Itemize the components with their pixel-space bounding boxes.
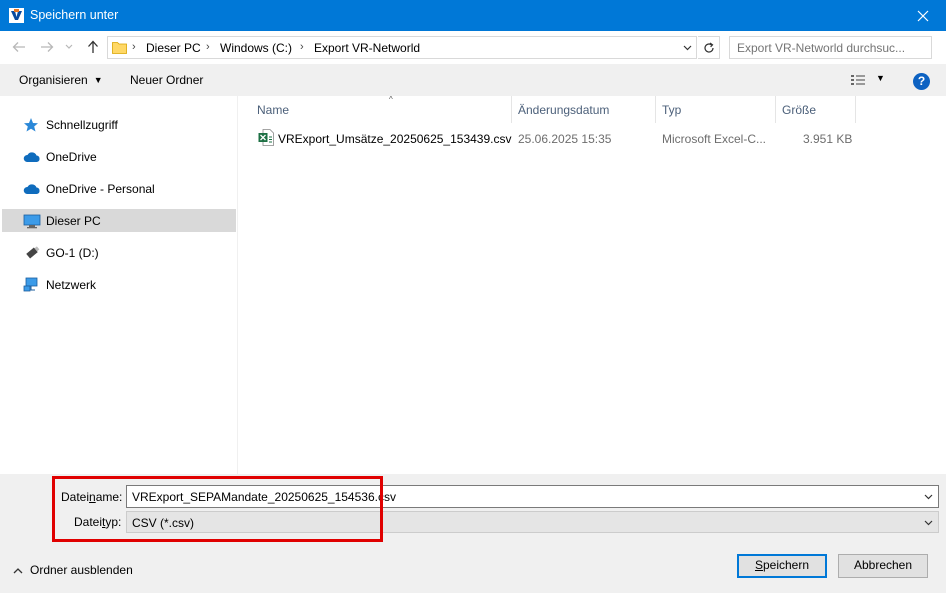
save-label: peichern: [762, 558, 810, 572]
cancel-button[interactable]: Abbrechen: [838, 554, 928, 578]
column-header-type[interactable]: Typ: [656, 96, 776, 123]
close-button[interactable]: [900, 0, 946, 31]
file-type: Microsoft Excel-C...: [662, 132, 767, 146]
sidebar-item-network[interactable]: Netzwerk: [2, 273, 236, 296]
refresh-button[interactable]: [698, 36, 720, 59]
chevron-down-icon: [683, 45, 691, 51]
refresh-icon: [703, 42, 714, 53]
column-header-name[interactable]: Name ^: [251, 95, 512, 123]
highlight-box: [52, 476, 383, 542]
arrow-right-icon: [41, 42, 54, 52]
caret-down-icon: ▼: [876, 73, 885, 83]
sidebar-item-onedrive[interactable]: OneDrive: [2, 145, 236, 168]
filetype-dropdown-button[interactable]: [921, 515, 935, 530]
navigation-bar: › Dieser PC › Windows (C:) › Export VR-N…: [0, 31, 946, 64]
computer-icon: [23, 214, 41, 229]
file-size: 3.951 KB: [803, 132, 853, 146]
address-dropdown-button[interactable]: [680, 40, 694, 56]
breadcrumb-separator-icon: ›: [132, 41, 136, 53]
breadcrumb-export-vr-networld[interactable]: Export VR-Networld: [314, 41, 420, 55]
sidebar-item-label: OneDrive: [46, 150, 97, 164]
forward-button[interactable]: [38, 38, 56, 56]
sidebar-item-quick-access[interactable]: Schnellzugriff: [2, 113, 236, 136]
filename-dropdown-button[interactable]: [921, 489, 935, 504]
navigation-pane: Schnellzugriff OneDrive OneDrive - Perso…: [0, 96, 238, 474]
sidebar-item-onedrive-personal[interactable]: OneDrive - Personal: [2, 177, 236, 200]
breadcrumb-separator-icon: ›: [300, 41, 304, 53]
column-header-modified[interactable]: Änderungsdatum: [512, 96, 656, 123]
title-bar: Speichern unter: [0, 0, 946, 31]
sidebar-item-label: OneDrive - Personal: [46, 182, 155, 196]
window-title: Speichern unter: [30, 8, 119, 22]
sidebar-item-label: Netzwerk: [46, 278, 97, 292]
cloud-icon: [23, 184, 40, 194]
column-header-size[interactable]: Größe: [776, 96, 856, 123]
details-view-icon: [851, 75, 865, 85]
change-view-button[interactable]: ▼: [850, 73, 888, 89]
hide-folders-label: Ordner ausblenden: [30, 563, 133, 577]
network-icon: [23, 277, 38, 292]
app-icon: [9, 8, 24, 23]
new-folder-button[interactable]: Neuer Ordner: [130, 73, 203, 87]
file-list: Name ^ Änderungsdatum Typ Größe VRExport…: [239, 95, 946, 474]
file-row[interactable]: VRExport_Umsätze_20250625_153439.csv 25.…: [255, 127, 857, 149]
sort-ascending-icon: ^: [389, 95, 393, 104]
sidebar-item-go1-drive[interactable]: GO-1 (D:): [2, 241, 236, 264]
recent-locations-button[interactable]: [62, 38, 76, 56]
breadcrumb-windows-c[interactable]: Windows (C:): [220, 41, 292, 55]
back-button[interactable]: [10, 38, 28, 56]
sidebar-item-this-pc[interactable]: Dieser PC: [2, 209, 236, 232]
search-box[interactable]: [729, 36, 932, 59]
organize-button[interactable]: Organisieren ▼: [19, 73, 103, 87]
hide-folders-button[interactable]: Ordner ausblenden: [12, 563, 133, 577]
save-label-accesskey: S: [754, 558, 763, 572]
excel-csv-icon: [258, 129, 274, 146]
cloud-icon: [23, 152, 40, 162]
chevron-down-icon: [924, 494, 932, 499]
save-options-panel: Dateiname: Dateityp: CSV (*.csv) Ordner …: [0, 474, 946, 593]
chevron-down-icon: [924, 520, 932, 525]
breadcrumb-separator-icon: ›: [206, 41, 210, 53]
chevron-up-icon: [13, 568, 23, 574]
chevron-down-icon: [65, 44, 73, 49]
command-bar: Organisieren ▼ Neuer Ordner ▼ ?: [0, 64, 946, 96]
close-icon: [917, 10, 929, 21]
file-name: VRExport_Umsätze_20250625_153439.csv: [278, 132, 512, 146]
sidebar-item-label: Dieser PC: [46, 214, 101, 228]
save-button[interactable]: Speichern: [737, 554, 827, 578]
search-input[interactable]: [730, 37, 931, 58]
file-modified: 25.06.2025 15:35: [518, 132, 612, 146]
help-button[interactable]: ?: [913, 73, 930, 90]
sidebar-item-label: Schnellzugriff: [46, 118, 118, 132]
arrow-up-icon: [88, 40, 98, 53]
sidebar-item-label: GO-1 (D:): [46, 246, 99, 260]
usb-drive-icon: [26, 246, 40, 259]
caret-down-icon: ▼: [93, 75, 103, 85]
breadcrumb-dieser-pc[interactable]: Dieser PC: [146, 41, 201, 55]
star-icon: [24, 118, 38, 132]
folder-icon: [112, 42, 127, 54]
organize-label: Organisieren: [19, 73, 88, 87]
arrow-left-icon: [12, 42, 25, 52]
column-header-label: Name: [257, 103, 290, 117]
address-bar[interactable]: › Dieser PC › Windows (C:) › Export VR-N…: [107, 36, 697, 59]
up-button[interactable]: [84, 38, 102, 56]
